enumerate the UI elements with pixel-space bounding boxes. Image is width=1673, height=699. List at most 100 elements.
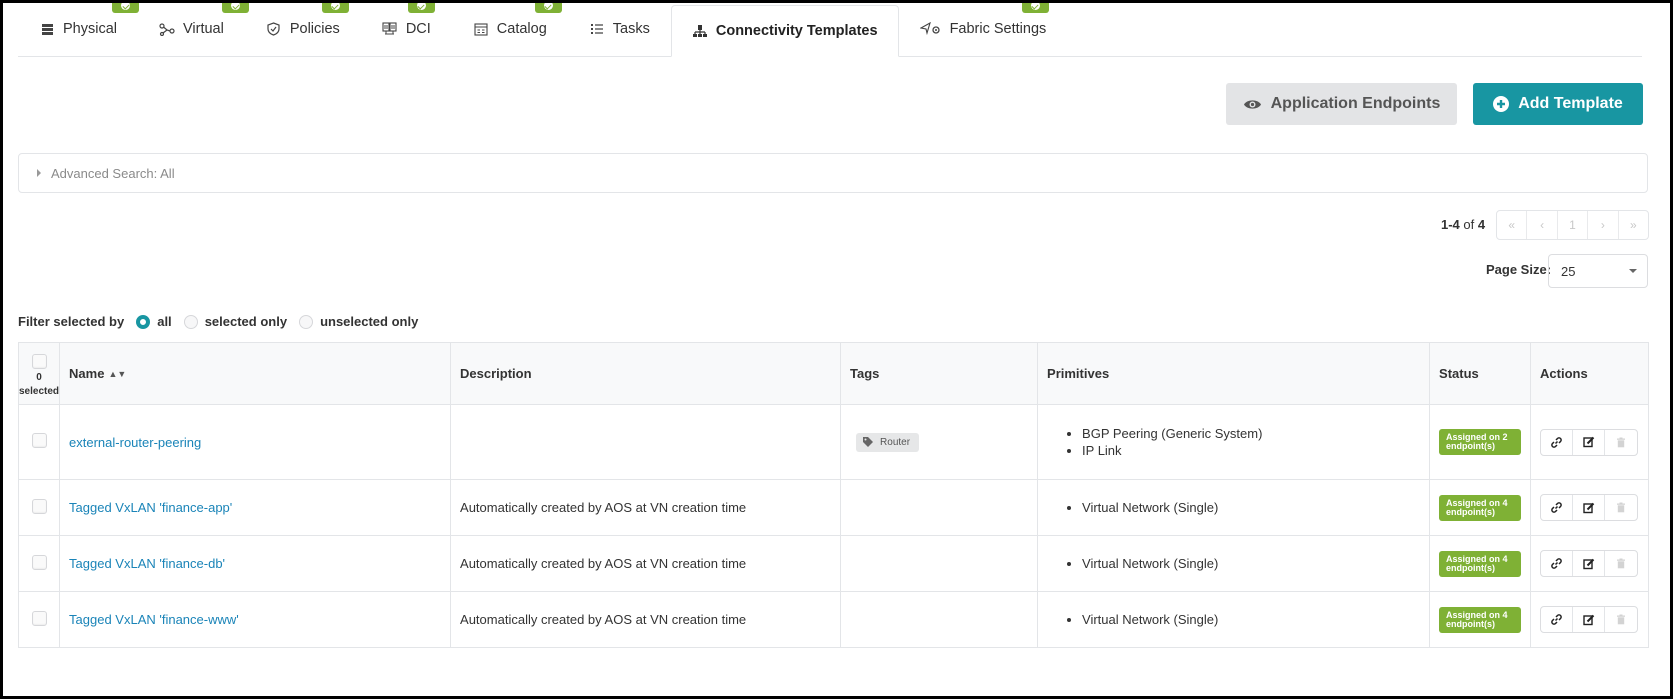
status-line: endpoint(s) [1446,562,1496,573]
tab-label: Virtual [183,21,224,37]
row-actions [1540,494,1639,521]
filter-label: Filter selected by [18,314,125,329]
application-endpoints-button[interactable]: Application Endpoints [1226,83,1457,125]
primitive-item: Virtual Network (Single) [1082,555,1429,572]
name-cell: external-router-peering [59,404,452,480]
select-all-checkbox[interactable] [31,354,47,369]
primitive-item: Virtual Network (Single) [1082,499,1429,516]
table-row: Tagged VxLAN 'finance-db' Automatically … [17,535,1649,592]
last-page-button[interactable]: » [1619,211,1648,239]
pagination-range: 1-4 [1441,217,1460,232]
link-icon [1551,614,1562,625]
delete-button[interactable] [1605,551,1637,576]
delete-button[interactable] [1605,430,1637,455]
edit-button[interactable] [1573,429,1606,455]
tab-virtual[interactable]: Virtual [138,3,249,56]
add-template-label: Add Template [1518,95,1623,112]
radio-dot[interactable] [183,314,198,329]
delete-button[interactable] [1605,607,1637,632]
tab-fabric-settings[interactable]: Fabric Settings [899,3,1068,56]
status-cell: Assigned on 2 endpoint(s) [1429,404,1532,480]
check-icon [416,3,426,10]
tab-label: Physical [63,21,117,37]
advanced-search-toggle[interactable]: Advanced Search: All [18,153,1648,193]
row-checkbox[interactable] [31,498,47,514]
trash-icon [1617,437,1626,447]
radio-dot[interactable] [299,314,314,329]
page-size-select[interactable]: 25 [1548,254,1648,288]
primitives-list: BGP Peering (Generic System)IP Link [1047,425,1429,459]
row-actions [1540,550,1639,577]
template-name-link[interactable]: Tagged VxLAN 'finance-db' [69,556,225,571]
fabric-settings-icon [919,21,942,37]
name-cell: Tagged VxLAN 'finance-app' [59,479,452,536]
edit-button[interactable] [1573,607,1606,632]
column-header-status: Status [1429,342,1532,405]
row-checkbox[interactable] [31,610,47,626]
tab-catalog[interactable]: Catalog [452,3,568,56]
actions-cell [1530,404,1649,480]
assign-link-button[interactable] [1541,495,1574,520]
link-icon [1551,558,1562,569]
filter-radio-unselected-only[interactable]: unselected only [299,314,418,329]
radio-label: selected only [204,314,288,329]
tag-label: Router [880,436,911,448]
add-template-button[interactable]: Add Template [1473,83,1643,125]
tab-tasks[interactable]: Tasks [568,3,671,56]
edit-icon [1582,558,1594,569]
trash-icon [1617,502,1626,513]
selection-filter: Filter selected by all selected only uns… [18,314,430,329]
first-page-button[interactable]: « [1497,211,1528,239]
edit-button[interactable] [1573,551,1606,576]
edit-button[interactable] [1573,495,1606,520]
next-page-button[interactable]: › [1588,211,1619,239]
prev-page-button[interactable]: ‹ [1527,211,1558,239]
column-label: Tags [850,366,880,381]
filter-radio-all[interactable]: all [136,314,172,329]
primitives-cell: Virtual Network (Single) [1037,591,1431,648]
status-badge: Assigned on 2 endpoint(s) [1439,429,1522,455]
template-name-link[interactable]: external-router-peering [69,435,201,450]
radio-label: unselected only [320,314,419,329]
tab-label: Policies [289,21,340,37]
radio-dot[interactable] [136,314,151,329]
sort-icon[interactable]: ▲▼ [108,369,126,379]
tab-physical[interactable]: Physical [18,3,139,56]
template-name-link[interactable]: Tagged VxLAN 'finance-www' [69,612,239,627]
tab-status-badge [534,3,562,13]
current-page-button[interactable]: 1 [1558,211,1589,239]
assign-link-button[interactable] [1541,551,1574,576]
select-all-header: 0 selected [17,342,61,405]
tab-connectivity-templates[interactable]: Connectivity Templates [670,5,899,57]
template-description: Automatically created by AOS at VN creat… [460,556,747,571]
primitive-item: BGP Peering (Generic System) [1082,425,1429,442]
status-badge: Assigned on 4 endpoint(s) [1439,550,1522,577]
column-label: Name [69,366,105,381]
tab-label: DCI [405,21,431,37]
radio-label: all [157,314,172,329]
column-header-description: Description [450,342,842,405]
tags-cell: Router [840,404,1039,480]
table-row: Tagged VxLAN 'finance-app' Automatically… [17,479,1649,536]
tab-dci[interactable]: DCI [361,3,452,56]
tab-status-badge [407,3,435,13]
column-label: Description [460,366,532,381]
delete-button[interactable] [1605,495,1637,520]
row-checkbox[interactable] [31,554,47,570]
actions-cell [1530,535,1649,592]
assign-link-button[interactable] [1541,429,1574,455]
chevron-down-icon [1629,269,1637,273]
server-stack-icon [39,21,55,37]
column-header-name[interactable]: Name ▲▼ [59,342,452,405]
assign-link-button[interactable] [1541,607,1574,632]
status-cell: Assigned on 4 endpoint(s) [1429,479,1532,536]
filter-radio-selected-only[interactable]: selected only [183,314,288,329]
tab-policies[interactable]: Policies [245,3,361,56]
template-name-link[interactable]: Tagged VxLAN 'finance-app' [69,500,232,515]
primitives-cell: BGP Peering (Generic System)IP Link [1037,404,1431,480]
tag-chip: Router [856,432,920,452]
tag-icon [863,437,874,447]
plus-circle-icon [1493,96,1510,112]
app-frame: Physical Virtual Policies DCI Catalog Ta… [3,3,1670,696]
row-checkbox[interactable] [31,433,47,448]
